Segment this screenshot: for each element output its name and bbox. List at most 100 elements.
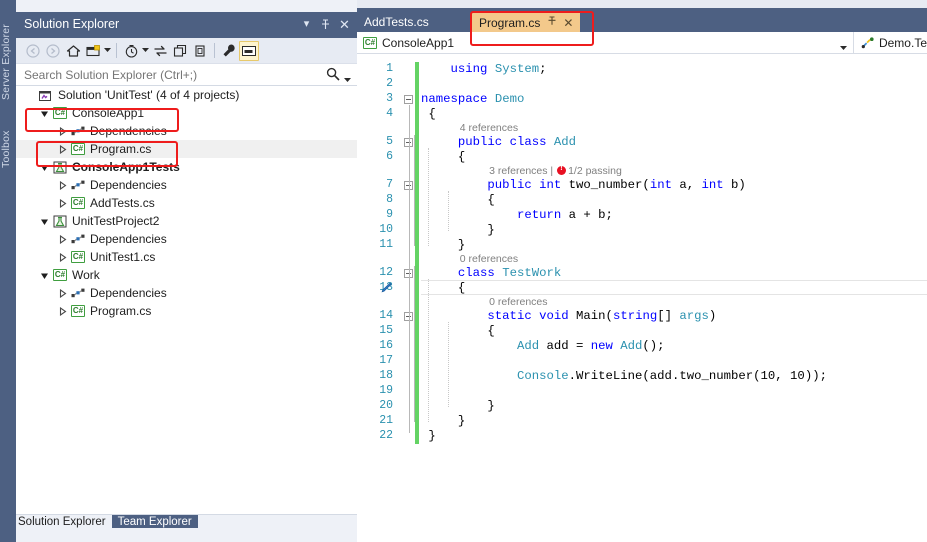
line-number: 16 [379,339,393,352]
code-line[interactable]: public class Add [421,135,576,150]
expander-collapsed-icon[interactable] [56,306,69,316]
codelens-test-status[interactable]: 1/2 passing [568,165,622,177]
code-line[interactable]: static void Main(string[] args) [421,309,716,324]
code-line[interactable]: Console.WriteLine(add.two_number(10, 10)… [421,369,827,384]
code-line[interactable]: namespace Demo [421,92,524,107]
toolbar-separator [214,43,215,58]
tree-item-program-cs[interactable]: C# Program.cs [16,302,357,320]
tab-addtests-cs[interactable]: AddTests.cs [357,12,436,32]
code-line[interactable]: } [421,223,494,238]
tree-item-program-cs[interactable]: C# Program.cs [16,140,357,158]
fold-toggle-icon[interactable] [404,95,413,104]
search-solution-explorer[interactable] [16,64,357,86]
pencil-icon [379,282,392,297]
line-number: 2 [386,77,393,90]
expander-expanded-icon[interactable] [38,109,51,118]
code-line[interactable]: using System; [421,62,547,77]
code-line[interactable]: } [421,399,494,414]
tree-item-dependencies[interactable]: Dependencies [16,122,357,140]
csharp-file-icon: C# [71,143,85,155]
chevron-down-icon[interactable] [839,40,847,54]
tree-item-label: Work [72,268,100,282]
forward-icon[interactable] [43,41,63,61]
dock-tab-toolbox[interactable]: Toolbox [0,120,16,178]
tab-program-cs[interactable]: Program.cs ✕ [472,12,581,32]
expander-expanded-icon[interactable] [38,217,51,226]
pin-icon[interactable] [547,16,557,29]
code-line[interactable]: return a + b; [421,208,613,223]
chevron-down-icon[interactable] [141,41,150,61]
code-line[interactable]: { [421,107,435,122]
tree-item-consoleapp1[interactable]: C# ConsoleApp1 [16,104,357,122]
code-line[interactable]: Add add = new Add(); [421,339,665,354]
properties-icon[interactable] [219,41,239,61]
tree-item-solution-unittest-4-of-4-projects[interactable]: Solution 'UnitTest' (4 of 4 projects) [16,86,357,104]
project-name: ConsoleApp1 [382,35,455,50]
home-icon[interactable] [63,41,83,61]
expander-collapsed-icon[interactable] [56,234,69,244]
line-number: 9 [386,208,393,221]
code-line[interactable]: public int two_number(int a, int b) [421,178,745,193]
tree-item-addtests-cs[interactable]: C# AddTests.cs [16,194,357,212]
tree-item-work[interactable]: C# Work [16,266,357,284]
tree-item-label: UnitTest1.cs [90,250,156,264]
codelens-indicator[interactable]: 3 references | 1/2 passing [489,165,622,177]
dock-tab-server-explorer[interactable]: Server Explorer [0,16,16,108]
line-number: 8 [386,193,393,206]
window-top-band [357,0,927,12]
tree-item-dependencies[interactable]: Dependencies [16,284,357,302]
code-line[interactable]: } [421,429,435,444]
code-line[interactable]: class TestWork [421,266,561,281]
expander-collapsed-icon[interactable] [56,252,69,262]
tree-item-unittestproject2[interactable]: UnitTestProject2 [16,212,357,230]
chevron-down-icon[interactable]: ▾ [298,15,315,33]
search-input[interactable] [22,67,316,83]
codelens-references[interactable]: 4 references [460,122,518,134]
tree-item-dependencies[interactable]: Dependencies [16,230,357,248]
expander-collapsed-icon[interactable] [56,288,69,298]
new-folder-icon[interactable] [83,41,103,61]
line-number: 7 [386,178,393,191]
expander-expanded-icon[interactable] [38,271,51,280]
test-failed-icon [557,165,567,175]
tree-item-consoleapp1tests[interactable]: ConsoleApp1Tests [16,158,357,176]
show-all-files-icon[interactable] [190,41,210,61]
close-icon[interactable]: ✕ [563,16,573,30]
expander-collapsed-icon[interactable] [56,198,69,208]
codelens-indicator[interactable]: 0 references [489,296,547,308]
preview-selected-items-icon[interactable] [239,40,259,61]
footer-tab-team-explorer[interactable]: Team Explorer [111,515,198,528]
back-icon[interactable] [23,41,43,61]
tree-item-unittest1-cs[interactable]: C# UnitTest1.cs [16,248,357,266]
codelens-indicator[interactable]: 0 references [460,253,518,265]
solution-tree[interactable]: Solution 'UnitTest' (4 of 4 projects) C# C… [16,86,357,515]
sync-icon[interactable] [150,41,170,61]
codelens-indicator[interactable]: 4 references [460,122,518,134]
dependencies-icon [69,126,87,137]
pin-icon[interactable] [317,15,334,33]
dependencies-icon [69,180,87,191]
code-line[interactable]: { [421,193,494,208]
project-dropdown[interactable]: C# ConsoleApp1 [357,32,854,53]
chevron-down-icon[interactable] [344,72,351,86]
codelens-references[interactable]: 3 references [489,165,547,177]
chevron-down-icon[interactable] [103,41,112,61]
codelens-references[interactable]: 0 references [460,253,518,265]
dependencies-icon [69,288,87,299]
expander-collapsed-icon[interactable] [56,180,69,190]
expander-expanded-icon[interactable] [38,163,51,172]
line-number: 1 [386,62,393,75]
collapse-all-icon[interactable] [170,41,190,61]
expander-collapsed-icon[interactable] [56,144,69,154]
codelens-references[interactable]: 0 references [489,296,547,308]
expander-collapsed-icon[interactable] [56,126,69,136]
search-icon[interactable] [326,67,340,84]
pending-changes-icon[interactable] [121,41,141,61]
code-editor[interactable]: 12345678910111213141516171819202122 usin… [357,54,927,542]
fold-connector-line [414,266,415,422]
member-dropdown[interactable]: Demo.Te [854,36,927,50]
code-line[interactable]: { [421,324,494,339]
close-icon[interactable]: ✕ [336,15,353,33]
footer-tab-solution-explorer[interactable]: Solution Explorer [16,515,110,528]
tree-item-dependencies[interactable]: Dependencies [16,176,357,194]
